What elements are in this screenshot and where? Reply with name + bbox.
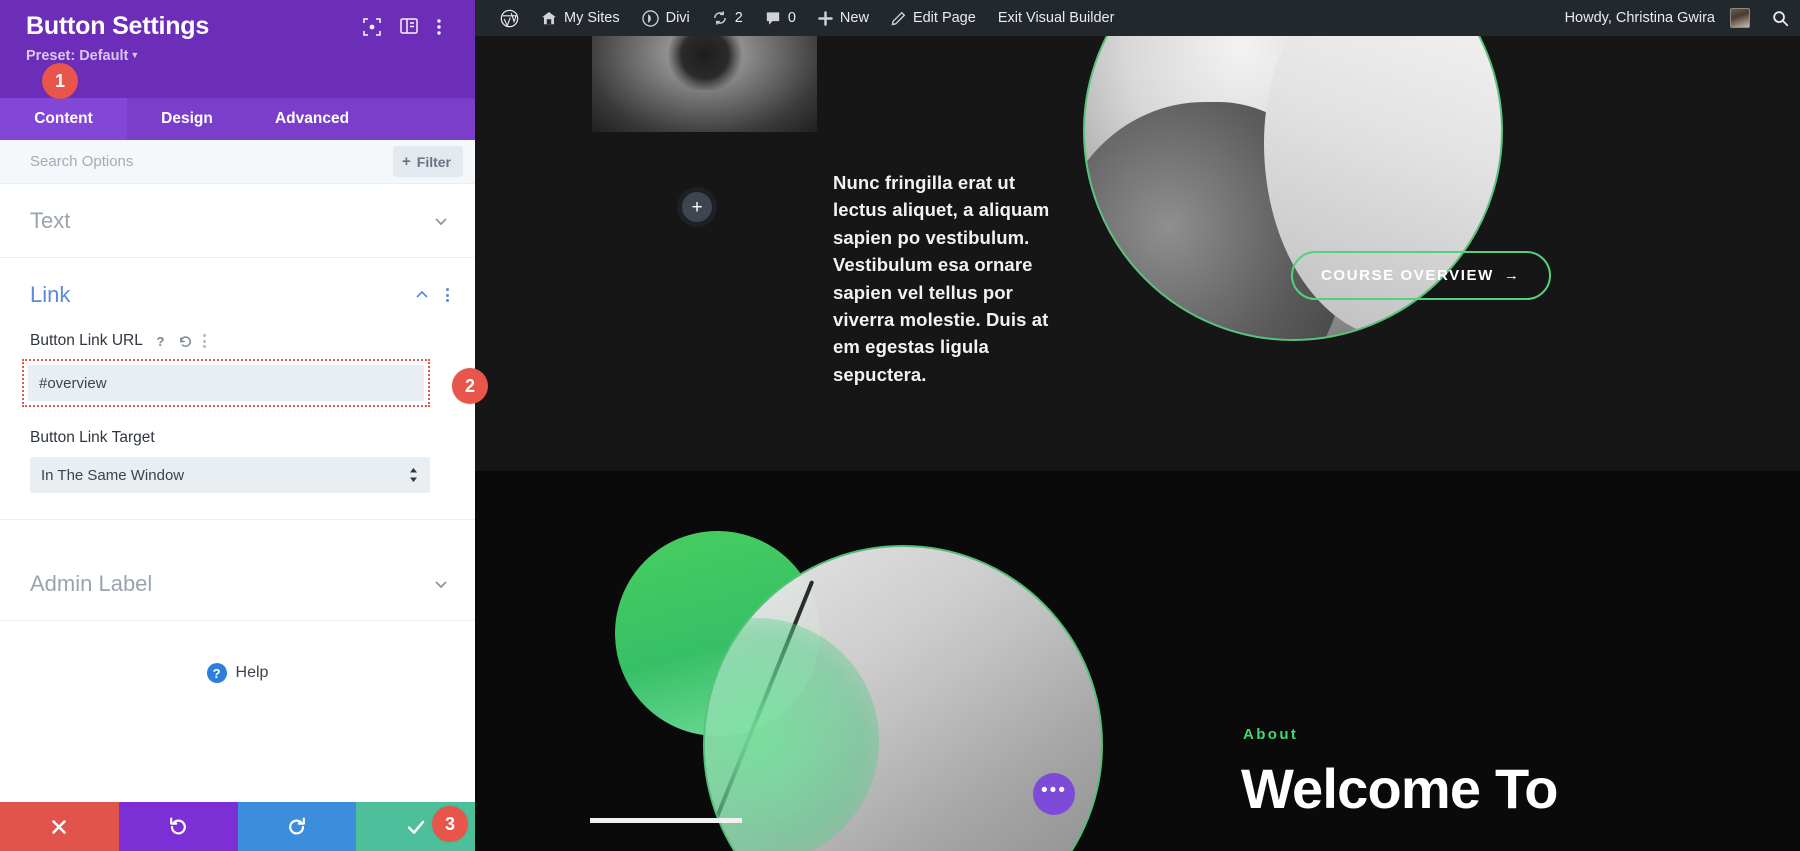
tab-advanced[interactable]: Advanced	[247, 98, 377, 140]
plus-icon: +	[402, 153, 411, 170]
filter-button[interactable]: + Filter	[393, 146, 463, 177]
about-eyebrow: About	[1243, 726, 1299, 743]
expand-icon[interactable]	[363, 18, 381, 36]
photo-thumbnail	[592, 36, 817, 132]
search-icon	[1773, 10, 1789, 26]
button-link-url-options-icon[interactable]	[202, 334, 206, 348]
exit-visual-builder-label: Exit Visual Builder	[997, 10, 1115, 26]
white-accent-bar	[590, 818, 742, 823]
section-text[interactable]: Text	[0, 184, 475, 258]
section-admin-label-label: Admin Label	[30, 570, 153, 596]
button-link-url-label-row: Button Link URL ?	[30, 332, 445, 350]
visual-builder-preview: My Sites Divi 2 0 New Edit Page Exit Vis…	[475, 0, 1800, 851]
new-content-menu[interactable]: New	[807, 0, 880, 36]
search-bar: + Filter	[0, 140, 475, 184]
close-icon	[52, 819, 67, 834]
button-link-url-input[interactable]	[28, 365, 424, 401]
redo-icon	[288, 817, 305, 835]
comments-count: 0	[787, 10, 796, 26]
chevron-down-icon: ▼	[130, 49, 140, 60]
checkmark-icon	[407, 820, 424, 834]
section-text-label: Text	[30, 207, 71, 233]
tab-content[interactable]: Content	[0, 98, 127, 140]
account-menu[interactable]: Howdy, Christina Gwira	[1554, 0, 1761, 36]
question-mark-icon: ?	[206, 663, 227, 683]
link-section-content: Button Link URL ? #overview Button Link …	[0, 332, 475, 519]
button-link-target-label: Button Link Target	[30, 429, 155, 446]
help-icon[interactable]: ?	[153, 334, 168, 349]
section-link[interactable]: Link	[0, 258, 475, 332]
filter-button-label: Filter	[416, 153, 451, 170]
wordpress-admin-bar: My Sites Divi 2 0 New Edit Page Exit Vis…	[475, 0, 1800, 36]
app-root: Button Settings Preset: Default ▼ Conten…	[0, 0, 1800, 851]
chevron-down-icon	[433, 213, 449, 229]
more-options-icon[interactable]	[437, 18, 455, 36]
panel-body: Text Link Button Link URL ? #overview Bu…	[0, 184, 475, 802]
section-link-options-icon[interactable]	[446, 288, 449, 302]
new-label: New	[839, 10, 869, 26]
sites-icon	[542, 11, 556, 24]
tab-design[interactable]: Design	[127, 98, 247, 140]
layout-toggle-icon[interactable]	[400, 18, 418, 36]
my-sites-menu[interactable]: My Sites	[530, 0, 631, 36]
redo-button[interactable]	[237, 802, 357, 851]
wordpress-logo-icon[interactable]	[489, 0, 530, 36]
module-menu-button[interactable]: •••	[1033, 773, 1075, 815]
pencil-icon	[891, 11, 906, 25]
section-admin-label[interactable]: Admin Label	[0, 547, 475, 621]
arrow-right-icon: →	[1503, 267, 1521, 284]
section-divider	[0, 519, 475, 547]
preset-label: Preset: Default	[26, 47, 129, 64]
svg-text:?: ?	[156, 334, 164, 349]
help-label: Help	[235, 664, 269, 681]
updates-icon	[713, 11, 726, 25]
section-link-label: Link	[30, 282, 71, 307]
greeting-label: Howdy, Christina Gwira	[1564, 10, 1715, 26]
plus-icon	[818, 10, 833, 26]
about-section: ••• About Welcome To	[475, 471, 1800, 851]
course-overview-label: Course Overview	[1321, 267, 1494, 284]
comment-icon	[766, 11, 780, 25]
cancel-button[interactable]	[0, 802, 119, 851]
page-title: Button Settings	[26, 12, 210, 40]
updates-count: 2	[734, 10, 743, 26]
my-sites-label: My Sites	[564, 10, 620, 26]
course-overview-button[interactable]: Course Overview →	[1291, 251, 1551, 300]
button-link-url-highlight	[22, 359, 430, 407]
edit-page-menu[interactable]: Edit Page	[880, 0, 987, 36]
chevron-up-icon[interactable]	[414, 287, 430, 303]
search-button[interactable]	[1761, 0, 1800, 36]
step-badge-2: 2	[452, 368, 488, 404]
page-canvas: + Nunc fringilla erat ut lectus aliquet,…	[475, 36, 1800, 851]
undo-icon	[170, 817, 187, 835]
hero-section: + Nunc fringilla erat ut lectus aliquet,…	[475, 36, 1800, 471]
divi-icon	[641, 9, 659, 27]
button-link-url-label: Button Link URL	[30, 332, 143, 349]
updates-menu[interactable]: 2	[701, 0, 754, 36]
button-settings-panel: Button Settings Preset: Default ▼ Conten…	[0, 0, 488, 851]
search-input[interactable]	[30, 153, 330, 170]
button-link-target-block: Button Link Target In The Same Window In…	[30, 429, 445, 493]
panel-action-bar	[0, 802, 475, 851]
exit-visual-builder-menu[interactable]: Exit Visual Builder	[987, 0, 1126, 36]
help-button[interactable]: ? Help	[0, 621, 475, 683]
preset-selector[interactable]: Preset: Default ▼	[26, 48, 455, 64]
admin-bar-right: Howdy, Christina Gwira	[1554, 0, 1800, 36]
edit-page-label: Edit Page	[912, 10, 976, 26]
add-module-button[interactable]: +	[682, 192, 712, 222]
welcome-heading: Welcome To	[1241, 757, 1558, 820]
avatar	[1730, 8, 1750, 28]
chevron-down-icon	[433, 576, 449, 592]
step-badge-1: 1	[42, 63, 78, 99]
step-badge-3: 3	[432, 806, 468, 842]
hero-paragraph: Nunc fringilla erat ut lectus aliquet, a…	[833, 172, 1050, 385]
divi-label: Divi	[665, 10, 690, 26]
undo-button[interactable]	[118, 802, 238, 851]
comments-menu[interactable]: 0	[754, 0, 807, 36]
reset-icon[interactable]	[178, 334, 193, 349]
button-link-target-select[interactable]: In The Same Window In The New Tab	[30, 457, 430, 493]
settings-tabs: Content Design Advanced	[0, 98, 475, 140]
divi-menu[interactable]: Divi	[631, 0, 701, 36]
